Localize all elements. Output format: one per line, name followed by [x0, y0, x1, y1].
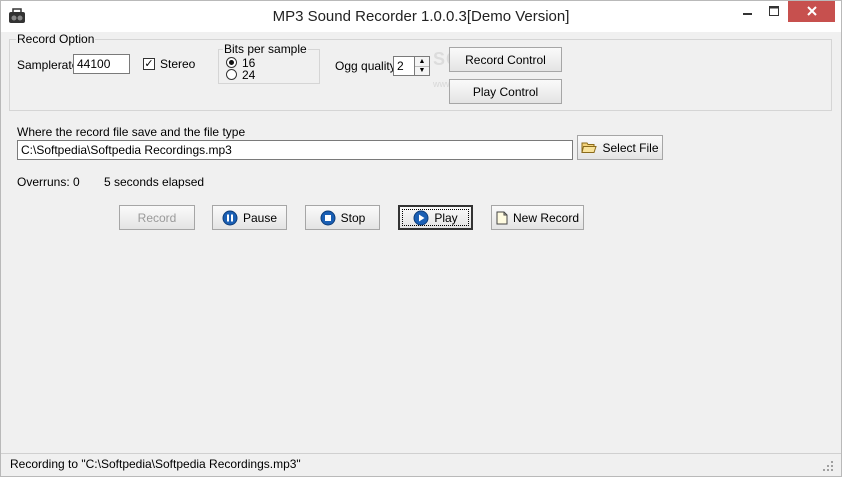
new-record-button[interactable]: New Record — [491, 205, 584, 230]
file-location-label: Where the record file save and the file … — [17, 125, 246, 139]
close-button[interactable] — [788, 1, 835, 22]
maximize-button[interactable] — [761, 1, 787, 22]
new-document-icon — [496, 211, 508, 224]
file-path-input[interactable] — [17, 140, 573, 160]
ogg-quality-spinner[interactable]: ▲ ▼ — [414, 56, 430, 76]
bits-16-radio[interactable] — [226, 57, 237, 68]
samplerate-label: Samplerate — [17, 58, 79, 72]
stop-icon — [320, 210, 336, 225]
play-control-label: Play Control — [472, 84, 539, 99]
samplerate-input[interactable] — [73, 54, 130, 74]
new-record-button-label: New Record — [512, 210, 580, 225]
record-control-label: Record Control — [465, 52, 546, 67]
window-title: MP3 Sound Recorder 1.0.0.3[Demo Version] — [272, 8, 570, 25]
overruns-value: 0 — [73, 175, 80, 189]
maximize-icon — [769, 6, 779, 16]
resize-grip-icon[interactable] — [821, 459, 835, 473]
pause-button-label: Pause — [242, 210, 278, 225]
elapsed-text: 5 seconds elapsed — [104, 175, 205, 189]
stereo-label: Stereo — [160, 57, 196, 71]
status-bar: Recording to "C:\Softpedia\Softpedia Rec… — [1, 453, 841, 476]
status-text: Recording to "C:\Softpedia\Softpedia Rec… — [10, 457, 301, 471]
play-icon — [413, 210, 429, 225]
select-file-label: Select File — [602, 140, 659, 155]
stop-button-label: Stop — [340, 210, 366, 225]
stop-button[interactable]: Stop — [305, 205, 380, 230]
radio-selected-dot — [229, 60, 234, 65]
play-button[interactable]: Play — [398, 205, 473, 230]
pause-button[interactable]: Pause — [212, 205, 287, 230]
minimize-button[interactable] — [735, 1, 761, 22]
ogg-quality-label: Ogg quality — [335, 59, 396, 73]
record-button[interactable]: Record — [119, 205, 195, 230]
bits-24-label: 24 — [242, 68, 256, 82]
spin-down-icon[interactable]: ▼ — [415, 66, 429, 75]
stereo-checkbox[interactable]: ✓ — [143, 58, 155, 70]
play-control-button[interactable]: Play Control — [449, 79, 562, 104]
pause-icon — [222, 210, 238, 225]
folder-open-icon — [581, 142, 598, 153]
record-button-label: Record — [137, 210, 177, 225]
bits-per-sample-legend: Bits per sample — [223, 42, 308, 56]
ogg-quality-input[interactable] — [393, 56, 415, 76]
record-control-button[interactable]: Record Control — [449, 47, 562, 72]
bits-24-radio[interactable] — [226, 69, 237, 80]
play-button-label: Play — [434, 210, 458, 225]
close-icon — [806, 6, 817, 16]
app-window: MP3 Sound Recorder 1.0.0.3[Demo Version]… — [0, 0, 842, 477]
title-bar[interactable]: MP3 Sound Recorder 1.0.0.3[Demo Version] — [1, 1, 841, 32]
minimize-icon — [743, 13, 752, 15]
record-option-legend: Record Option — [16, 32, 96, 46]
select-file-button[interactable]: Select File — [577, 135, 663, 160]
overruns-label: Overruns: — [17, 175, 70, 189]
